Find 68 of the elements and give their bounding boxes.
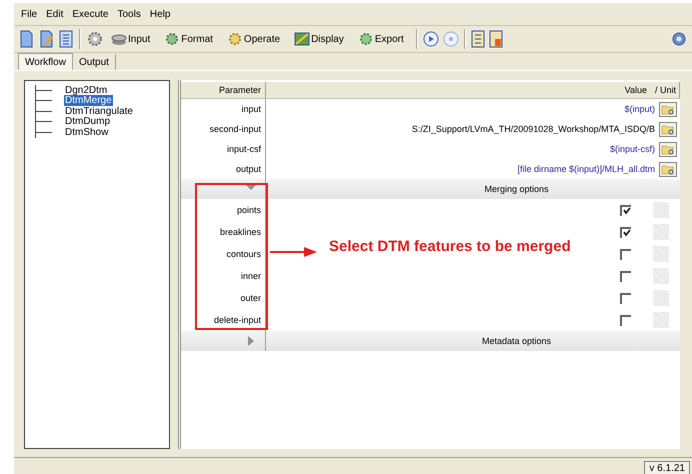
tab[interactable]: Workflow: [18, 53, 73, 70]
toolbar-button[interactable]: Display: [291, 31, 347, 47]
toolbar-button[interactable]: Input: [108, 31, 154, 47]
checkbox[interactable]: [620, 314, 631, 326]
annotation-text: Select DTM features to be merged: [329, 238, 571, 255]
parameter-name: points: [236, 205, 261, 215]
checkbox[interactable]: [620, 204, 631, 216]
menu-item[interactable]: Edit: [42, 6, 68, 22]
column-header: Parameter: [181, 82, 266, 98]
parameter-name: input-csf: [226, 144, 261, 154]
version-label: v 6.1.21: [644, 461, 690, 474]
parameter-name: breaklines: [220, 227, 261, 237]
unit-field: [653, 202, 669, 218]
gear-icon[interactable]: [86, 30, 104, 48]
report-icon[interactable]: [488, 30, 503, 48]
browse-button[interactable]: [659, 102, 677, 116]
menu-item[interactable]: Execute: [68, 6, 112, 22]
disk-icon: [111, 32, 127, 46]
edit-document-icon[interactable]: [38, 30, 54, 48]
unit-field: [653, 246, 669, 262]
map-icon: [294, 32, 310, 46]
parameter-value: $(input): [624, 104, 655, 114]
list-document-icon[interactable]: [470, 30, 485, 48]
column-header: / Unit: [654, 85, 676, 95]
browse-button[interactable]: [659, 122, 677, 136]
gear-icon: [164, 32, 180, 46]
tree-item[interactable]: DtmDump: [64, 116, 112, 128]
parameter-value: [file dirname $(input)]/MLH_all.dtm: [517, 164, 655, 174]
checkbox[interactable]: [620, 226, 631, 238]
group-title: Merging options: [484, 184, 549, 194]
tab[interactable]: Output: [72, 54, 116, 70]
parameter-name: output: [236, 164, 261, 174]
arrow-icon: [270, 246, 318, 258]
browse-button[interactable]: [659, 142, 677, 156]
parameter-name: second-input: [209, 124, 261, 134]
unit-field: [653, 268, 669, 284]
gear-icon: [358, 32, 374, 46]
checkbox[interactable]: [620, 270, 631, 282]
document-icon[interactable]: [18, 30, 34, 48]
parameter-value: $(input-csf): [610, 144, 655, 154]
toolbar-button[interactable]: Format: [161, 31, 216, 47]
menu-item[interactable]: Tools: [114, 6, 145, 22]
list-document-icon[interactable]: [58, 30, 74, 48]
checkbox[interactable]: [620, 292, 631, 304]
help-icon[interactable]: [672, 32, 686, 46]
play-icon[interactable]: [422, 31, 439, 47]
column-header: Value: [624, 85, 647, 95]
browse-button[interactable]: [659, 162, 677, 176]
parameter-name: outer: [240, 293, 261, 303]
toolbar-button[interactable]: Export: [354, 31, 407, 47]
parameter-name: inner: [240, 271, 261, 281]
toolbar-button[interactable]: Operate: [224, 31, 284, 47]
unit-field: [653, 224, 669, 240]
parameter-name: contours: [226, 249, 261, 259]
tree-item[interactable]: Dgn2Dtm: [64, 84, 108, 96]
tree-item[interactable]: DtmTriangulate: [64, 106, 134, 117]
gear-icon: [226, 32, 243, 46]
menu-item[interactable]: File: [17, 6, 42, 22]
unit-field: [653, 312, 669, 328]
menu-item[interactable]: Help: [146, 6, 174, 22]
tree-item[interactable]: DtmShow: [64, 126, 110, 138]
unit-field: [653, 290, 669, 306]
checkbox[interactable]: [620, 248, 631, 260]
tree-item[interactable]: DtmMerge: [64, 95, 113, 106]
group-title: Metadata options: [482, 336, 552, 346]
parameter-name: delete-input: [214, 315, 261, 325]
parameter-name: input: [241, 104, 261, 114]
parameter-value: S:/ZI_Support/LVmA_TH/20091028_Workshop/MTA_ISDQ/B: [412, 124, 655, 134]
